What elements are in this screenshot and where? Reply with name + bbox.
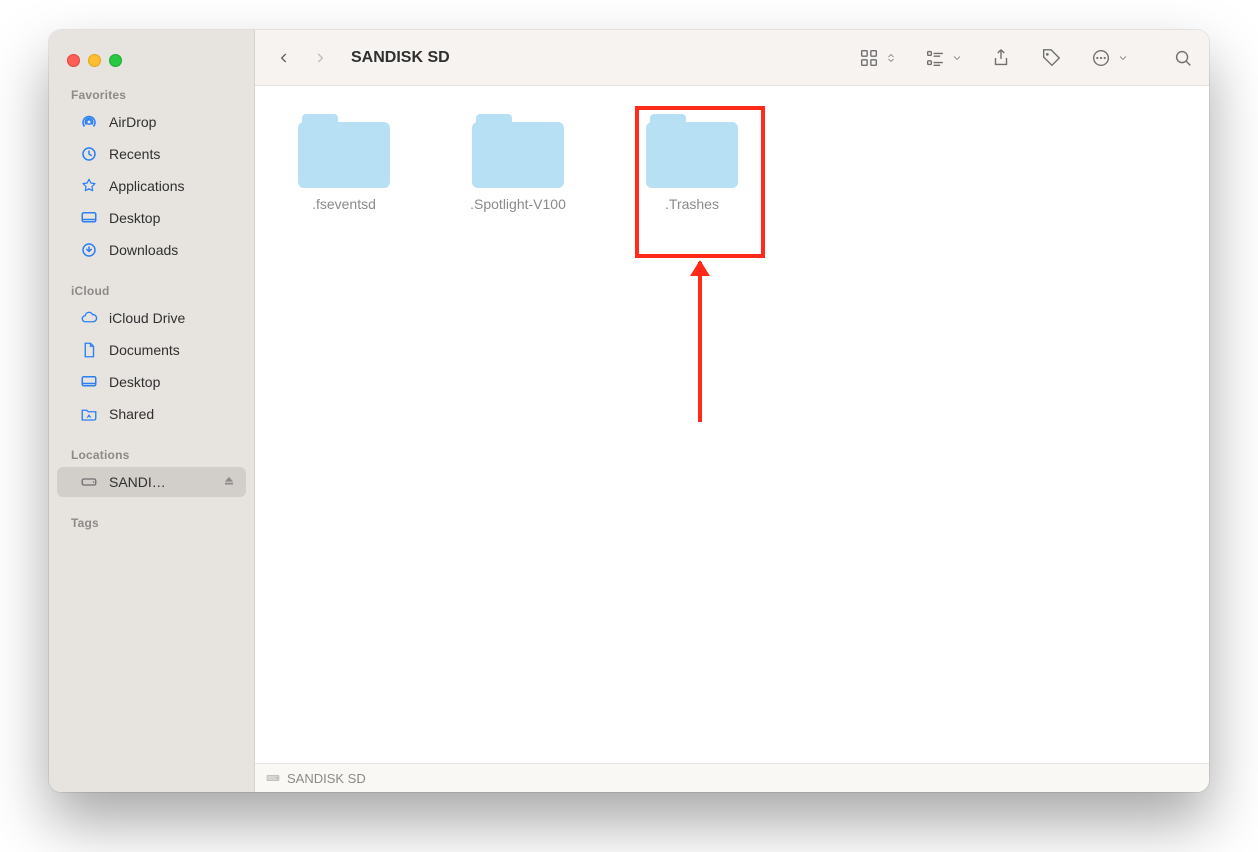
group-by-dropdown[interactable] [923,46,963,70]
annotation-highlight-box [635,106,765,258]
window-title: SANDISK SD [351,49,450,67]
updown-chevron-icon [885,46,897,70]
sidebar-item-label: iCloud Drive [109,310,236,326]
window-controls [49,50,254,70]
document-icon [79,341,99,359]
chevron-right-icon [313,49,327,67]
sidebar-item-label: SANDI… [109,474,212,490]
sidebar-section-icloud-label: iCloud [49,266,254,302]
content-area[interactable]: .fseventsd .Spotlight-V100 .Trashes [255,86,1209,763]
folder-icon [472,114,564,188]
sidebar-item-label: Downloads [109,242,236,258]
airdrop-icon [79,113,99,131]
folder-item-fseventsd[interactable]: .fseventsd [279,114,409,212]
sidebar-item-desktop-icloud[interactable]: Desktop [57,367,246,397]
annotation-arrow [698,262,702,422]
sidebar-item-downloads[interactable]: Downloads [57,235,246,265]
sidebar-item-shared[interactable]: Shared [57,399,246,429]
folder-item-spotlight[interactable]: .Spotlight-V100 [453,114,583,212]
sidebar-item-label: Desktop [109,374,236,390]
view-mode-switch[interactable] [857,46,897,70]
search-icon [1172,47,1194,69]
sidebar-item-label: Shared [109,406,236,422]
sidebar-section-favorites-label: Favorites [49,70,254,106]
more-actions-dropdown[interactable] [1089,46,1129,70]
shared-folder-icon [79,405,99,423]
close-button[interactable] [67,54,80,67]
eject-icon[interactable] [222,474,236,491]
toolbar: SANDISK SD [255,30,1209,86]
tag-icon [1040,47,1062,69]
desktop-icon [79,209,99,227]
share-icon [990,47,1012,69]
sidebar-item-label: AirDrop [109,114,236,130]
sidebar-item-label: Applications [109,178,236,194]
more-actions-icon [1089,46,1113,70]
chevron-down-icon [1117,46,1129,70]
folder-label: .fseventsd [312,196,376,212]
sidebar-item-sandisk[interactable]: SANDI… [57,467,246,497]
sidebar-item-label: Recents [109,146,236,162]
sidebar-item-airdrop[interactable]: AirDrop [57,107,246,137]
drive-icon [265,770,281,786]
main-pane: SANDISK SD [255,30,1209,792]
icon-view-switch-icon [857,46,881,70]
finder-window: Favorites AirDrop Recents Applications D… [49,30,1209,792]
sidebar-item-recents[interactable]: Recents [57,139,246,169]
back-button[interactable] [269,44,299,72]
group-by-icon [923,46,947,70]
drive-icon [79,473,99,491]
sidebar-item-documents[interactable]: Documents [57,335,246,365]
tag-button[interactable] [1039,46,1063,70]
path-bar[interactable]: SANDISK SD [255,763,1209,792]
minimize-button[interactable] [88,54,101,67]
search-button[interactable] [1171,46,1195,70]
cloud-icon [79,309,99,327]
path-bar-label: SANDISK SD [287,771,366,786]
chevron-left-icon [277,49,291,67]
sidebar-item-label: Desktop [109,210,236,226]
folder-label: .Spotlight-V100 [470,196,566,212]
sidebar-item-desktop[interactable]: Desktop [57,203,246,233]
desktop-icon [79,373,99,391]
toolbar-right [857,46,1195,70]
applications-icon [79,177,99,195]
share-button[interactable] [989,46,1013,70]
sidebar-section-tags-label: Tags [49,498,254,534]
chevron-down-icon [951,46,963,70]
sidebar-item-applications[interactable]: Applications [57,171,246,201]
maximize-button[interactable] [109,54,122,67]
clock-icon [79,145,99,163]
sidebar: Favorites AirDrop Recents Applications D… [49,30,255,792]
sidebar-section-locations-label: Locations [49,430,254,466]
sidebar-item-icloud-drive[interactable]: iCloud Drive [57,303,246,333]
forward-button[interactable] [305,44,335,72]
downloads-icon [79,241,99,259]
sidebar-item-label: Documents [109,342,236,358]
folder-icon [298,114,390,188]
